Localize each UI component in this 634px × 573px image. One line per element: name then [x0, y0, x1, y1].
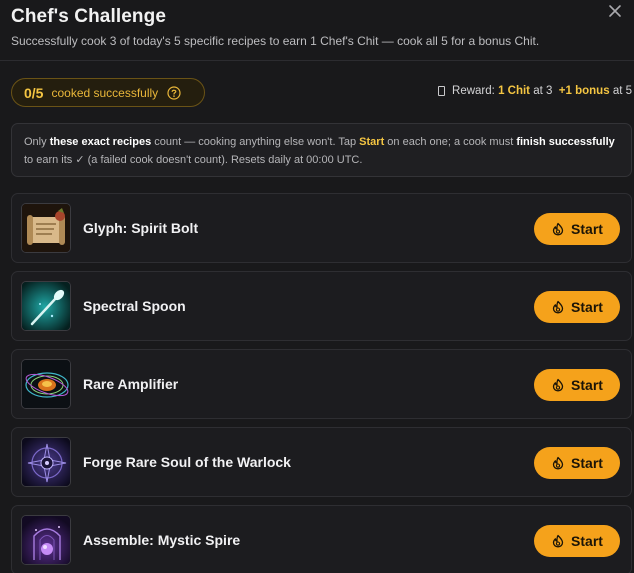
- progress-badge: 0/5 cooked successfully: [11, 78, 205, 107]
- start-button-label: Start: [571, 455, 603, 471]
- recipe-card: Rare Amplifier Start: [11, 349, 632, 419]
- reward-info: Reward: 1 Chit at 3 +1 bonus at 5: [438, 85, 632, 97]
- chit-icon: [438, 86, 446, 96]
- notice-text: count — cooking anything else won't. Tap: [151, 136, 360, 148]
- notice-text: to earn its ✓ (a failed cook doesn't cou…: [24, 154, 363, 166]
- reward-bonus: +1 bonus: [558, 85, 610, 97]
- warlock-soul-icon: [21, 437, 71, 487]
- reward-threshold-5: at 5: [612, 85, 632, 97]
- start-button[interactable]: Start: [534, 291, 620, 323]
- spoon-icon: [21, 281, 71, 331]
- progress-label: cooked successfully: [51, 85, 159, 100]
- header-divider: [0, 60, 634, 61]
- recipe-card: Assemble: Mystic Spire Start: [11, 505, 632, 573]
- flame-icon: [552, 456, 564, 470]
- start-button-label: Start: [571, 377, 603, 393]
- start-button[interactable]: Start: [534, 447, 620, 479]
- spire-icon: [21, 515, 71, 565]
- header: Chef's Challenge Successfully cook 3 of …: [11, 6, 634, 48]
- reward-threshold-3: at 3: [533, 85, 553, 97]
- reward-prefix: Reward:: [452, 85, 495, 97]
- start-button[interactable]: Start: [534, 213, 620, 245]
- recipe-name: Forge Rare Soul of the Warlock: [83, 454, 291, 470]
- start-button-label: Start: [571, 221, 603, 237]
- start-button-label: Start: [571, 533, 603, 549]
- recipe-list: Glyph: Spirit Bolt Start Spectral Spoon: [11, 193, 632, 573]
- notice-text: Only: [24, 136, 50, 148]
- page-subtitle: Successfully cook 3 of today's 5 specifi…: [11, 34, 540, 48]
- start-button[interactable]: Start: [534, 525, 620, 557]
- start-button-label: Start: [571, 299, 603, 315]
- help-icon[interactable]: [167, 85, 181, 100]
- notice-emphasis: finish successfully: [516, 136, 615, 148]
- notice-text: on each one; a cook must: [384, 136, 517, 148]
- amplifier-icon: [21, 359, 71, 409]
- progress-count: 0/5: [24, 84, 44, 101]
- notice-emphasis: these exact recipes: [49, 136, 152, 148]
- recipe-card: Forge Rare Soul of the Warlock Start: [11, 427, 632, 497]
- reward-chit: 1 Chit: [498, 85, 531, 97]
- rules-notice: Only these exact recipes count — cooking…: [11, 123, 632, 177]
- recipe-card: Spectral Spoon Start: [11, 271, 632, 341]
- recipe-name: Spectral Spoon: [83, 298, 186, 314]
- recipe-name: Glyph: Spirit Bolt: [83, 220, 199, 236]
- notice-start-word: Start: [359, 136, 385, 148]
- recipe-name: Rare Amplifier: [83, 376, 179, 392]
- recipe-name: Assemble: Mystic Spire: [83, 532, 241, 548]
- flame-icon: [552, 378, 564, 392]
- recipe-card: Glyph: Spirit Bolt Start: [11, 193, 632, 263]
- close-icon[interactable]: [608, 4, 622, 18]
- flame-icon: [552, 534, 564, 548]
- page-title: Chef's Challenge: [11, 6, 166, 27]
- flame-icon: [552, 300, 564, 314]
- start-button[interactable]: Start: [534, 369, 620, 401]
- scroll-icon: [21, 203, 71, 253]
- flame-icon: [552, 222, 564, 236]
